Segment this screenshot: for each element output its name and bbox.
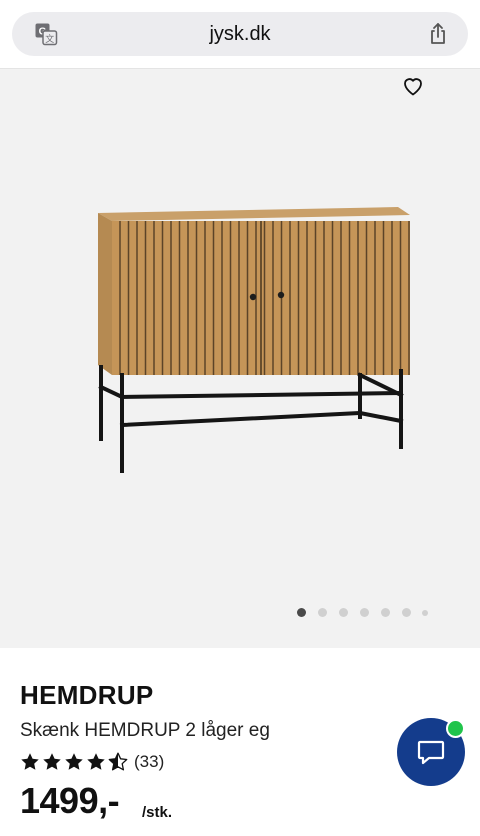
heart-icon[interactable] [401, 74, 425, 98]
product-description: Skænk HEMDRUP 2 låger eg [20, 720, 270, 741]
gallery-dot-1[interactable] [297, 608, 306, 617]
price-unit: /stk. [142, 804, 173, 821]
gallery-dot-7[interactable] [422, 610, 428, 616]
star-full-icon [21, 753, 39, 770]
chat-bubble-icon [417, 740, 445, 765]
product-title: HEMDRUP [20, 680, 154, 710]
rating-count[interactable]: (33) [134, 752, 164, 772]
browser-toolbar: G 文 jysk.dk [0, 0, 480, 69]
online-status-dot [446, 719, 465, 738]
gallery-dot-2[interactable] [318, 608, 327, 617]
star-full-icon [87, 753, 105, 770]
url-text[interactable]: jysk.dk [12, 12, 468, 56]
sideboard-product-image [98, 207, 410, 473]
product-image-gallery[interactable] [0, 69, 480, 648]
gallery-dot-5[interactable] [381, 608, 390, 617]
address-bar[interactable]: G 文 jysk.dk [12, 12, 468, 56]
product-price: 1499,- [20, 780, 120, 821]
star-full-icon [65, 753, 83, 770]
gallery-dot-4[interactable] [360, 608, 369, 617]
gallery-pagination[interactable] [0, 604, 480, 620]
star-full-icon [43, 753, 61, 770]
share-icon[interactable] [426, 22, 450, 46]
gallery-dot-6[interactable] [402, 608, 411, 617]
star-half-icon [108, 752, 128, 771]
gallery-dot-3[interactable] [339, 608, 348, 617]
